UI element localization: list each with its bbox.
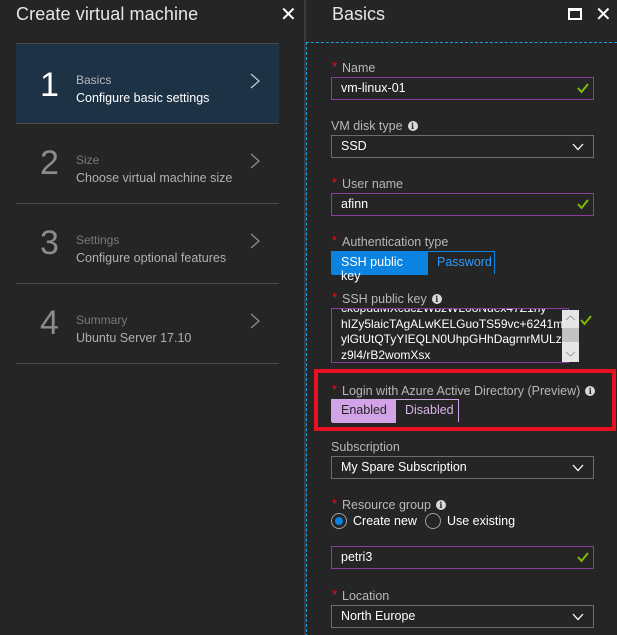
auth-option-ssh[interactable]: SSH public key <box>332 252 428 283</box>
scroll-up-icon[interactable] <box>565 314 576 322</box>
aad-login-label-text: Login with Azure Active Directory (Previ… <box>342 384 581 398</box>
step-description: Ubuntu Server 17.10 <box>76 331 192 345</box>
user-name-label: User name <box>342 177 404 191</box>
radio-button[interactable] <box>331 513 347 529</box>
subscription-value: My Spare Subscription <box>341 460 467 474</box>
auth-type-label: Authentication type <box>342 235 449 249</box>
ssh-key-line: ckopuuMXcuc2WbzWL0oNuex47Z1ny <box>341 308 547 315</box>
close-icon[interactable]: ✕ <box>280 2 297 27</box>
basics-blade: Basics ✕ * Name vm-linux-01 VM disk type… <box>306 0 617 635</box>
ssh-key-line: ylGtUtQTyYIEQLN0UhpGHhDagrnrMULz <box>341 332 562 346</box>
disk-type-value: SSD <box>341 139 367 153</box>
subscription-select[interactable]: My Spare Subscription <box>331 456 594 479</box>
chevron-down-icon <box>572 464 584 472</box>
ssh-key-scrollbar[interactable] <box>562 310 579 362</box>
maximize-icon[interactable] <box>568 8 582 20</box>
aad-login-label: Login with Azure Active Directory (Previ… <box>342 384 596 398</box>
radio-button[interactable] <box>424 513 441 529</box>
required-marker: * <box>332 496 338 511</box>
chevron-right-icon <box>249 312 261 330</box>
check-icon <box>577 552 589 563</box>
name-input[interactable]: vm-linux-01 <box>331 77 594 100</box>
scrollbar-thumb[interactable] <box>562 328 579 342</box>
ssh-key-line: z9l4/rB2womXsx <box>341 347 431 362</box>
ssh-key-label: SSH public key i <box>342 292 442 306</box>
user-name-input[interactable]: afinn <box>331 193 594 216</box>
radio-label: Create new <box>353 514 417 528</box>
disk-type-label-text: VM disk type <box>331 119 403 133</box>
info-icon[interactable]: i <box>407 121 418 131</box>
chevron-right-icon <box>249 72 261 90</box>
resource-group-radios: Create new Use existing <box>331 513 523 529</box>
wizard-step-summary[interactable]: 4 Summary Ubuntu Server 17.10 <box>16 284 279 364</box>
resource-group-label-text: Resource group <box>342 498 431 512</box>
user-name-value: afinn <box>341 197 369 211</box>
name-value: vm-linux-01 <box>341 81 406 95</box>
ssh-key-label-text: SSH public key <box>342 292 427 306</box>
required-marker: * <box>332 382 338 397</box>
radio-use-existing[interactable]: Use existing <box>424 513 516 529</box>
required-marker: * <box>332 587 338 602</box>
create-vm-blade: Create virtual machine ✕ 1 Basics Config… <box>0 0 304 635</box>
radio-create-new[interactable]: Create new <box>331 513 417 529</box>
info-icon[interactable]: i <box>435 500 446 510</box>
check-icon <box>577 199 589 210</box>
subscription-label: Subscription <box>331 440 400 454</box>
chevron-down-icon <box>572 613 584 621</box>
step-number: 3 <box>40 224 59 262</box>
step-name: Basics <box>76 73 112 87</box>
required-marker: * <box>332 175 338 190</box>
chevron-right-icon <box>249 152 261 170</box>
info-icon[interactable]: i <box>585 386 596 396</box>
info-icon[interactable]: i <box>431 294 442 304</box>
location-label: Location <box>342 589 390 603</box>
name-label: Name <box>342 61 376 75</box>
wizard-step-basics[interactable]: 1 Basics Configure basic settings <box>16 43 279 124</box>
chevron-down-icon <box>572 143 584 151</box>
step-number: 4 <box>40 304 59 342</box>
required-marker: * <box>332 233 338 248</box>
required-marker: * <box>332 59 338 74</box>
wizard-steps: 1 Basics Configure basic settings 2 Size… <box>16 43 279 364</box>
blade-title: Create virtual machine <box>16 4 199 24</box>
wizard-step-size[interactable]: 2 Size Choose virtual machine size <box>16 124 279 204</box>
check-icon <box>580 315 592 326</box>
blade-title: Basics <box>332 4 386 24</box>
aad-option-disabled[interactable]: Disabled <box>396 400 458 423</box>
auth-option-password[interactable]: Password <box>428 252 494 275</box>
required-marker: * <box>332 290 338 305</box>
step-number: 1 <box>40 66 59 104</box>
disk-type-select[interactable]: SSD <box>331 135 594 158</box>
resource-group-input[interactable]: petri3 <box>331 546 594 569</box>
close-icon[interactable]: ✕ <box>595 2 612 27</box>
aad-option-enabled[interactable]: Enabled <box>332 400 396 423</box>
step-description: Configure optional features <box>76 251 227 265</box>
ssh-key-line: hIZy5laicTAgALwKELGuoTS59vc+6241m <box>341 316 564 331</box>
wizard-step-settings[interactable]: 3 Settings Configure optional features <box>16 204 279 284</box>
step-name: Size <box>76 153 100 167</box>
resource-group-value: petri3 <box>341 550 373 564</box>
aad-login-toggle: Enabled Disabled <box>331 399 459 423</box>
step-description: Choose virtual machine size <box>76 171 233 185</box>
step-name: Summary <box>76 313 128 327</box>
disk-type-label: VM disk type i <box>331 119 418 133</box>
location-select[interactable]: North Europe <box>331 605 594 628</box>
chevron-right-icon <box>249 232 261 250</box>
scroll-down-icon[interactable] <box>565 350 576 358</box>
ssh-key-textarea[interactable]: ckopuuMXcuc2WbzWL0oNuex47Z1ny hIZy5laicT… <box>331 308 569 363</box>
location-value: North Europe <box>341 609 416 623</box>
step-name: Settings <box>76 233 120 247</box>
step-description: Configure basic settings <box>76 91 210 105</box>
ssh-key-text: ckopuuMXcuc2WbzWL0oNuex47Z1ny hIZy5laicT… <box>341 308 564 362</box>
resource-group-label: Resource group i <box>342 498 446 512</box>
radio-label: Use existing <box>446 514 516 528</box>
step-number: 2 <box>40 144 59 182</box>
check-icon <box>577 83 589 94</box>
auth-type-toggle: SSH public key Password <box>331 251 495 283</box>
